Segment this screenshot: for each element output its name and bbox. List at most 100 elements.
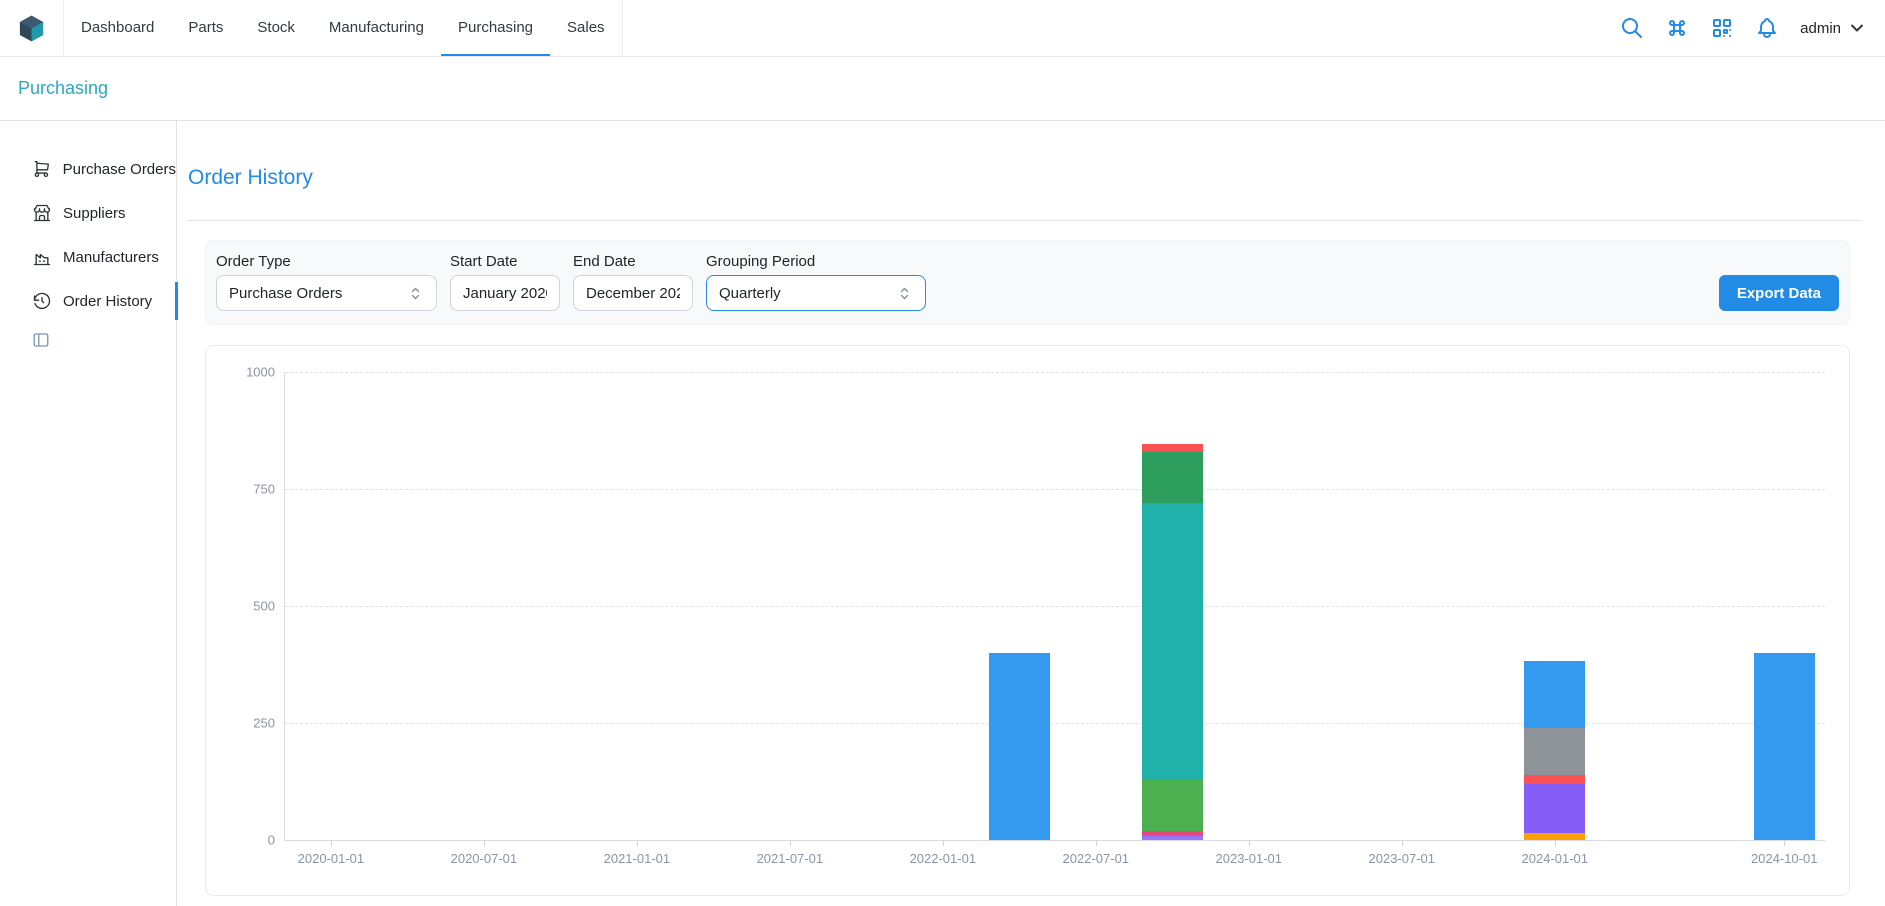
x-axis-tick-label: 2021-07-01 bbox=[757, 851, 824, 866]
chart-gridline bbox=[285, 723, 1825, 724]
tab-stock[interactable]: Stock bbox=[240, 0, 312, 56]
user-menu[interactable]: admin bbox=[1800, 18, 1867, 38]
bar-segment bbox=[1524, 833, 1585, 840]
x-axis-tick-label: 2021-01-01 bbox=[604, 851, 671, 866]
sidebar-item-label: Order History bbox=[63, 293, 152, 310]
y-axis-tick-label: 500 bbox=[253, 599, 275, 614]
x-axis-tick-mark bbox=[790, 840, 791, 846]
tab-parts[interactable]: Parts bbox=[171, 0, 240, 56]
sidebar-item-label: Purchase Orders bbox=[63, 161, 176, 178]
x-axis-tick-label: 2022-01-01 bbox=[910, 851, 977, 866]
main-panel: Order History Order Type Purchase Orders… bbox=[177, 121, 1885, 906]
title-divider bbox=[188, 220, 1862, 221]
start-date-label: Start Date bbox=[450, 253, 560, 270]
grouping-period-value: Quarterly bbox=[719, 285, 781, 302]
order-history-chart: 025050075010002020-01-012020-07-012021-0… bbox=[284, 372, 1825, 841]
x-axis-tick-mark bbox=[331, 840, 332, 846]
x-axis-tick-label: 2020-01-01 bbox=[298, 851, 365, 866]
content-area: Purchase Orders Suppliers Manufacturers … bbox=[0, 121, 1885, 906]
tab-dashboard[interactable]: Dashboard bbox=[64, 0, 171, 56]
grouping-period-label: Grouping Period bbox=[706, 253, 926, 270]
chart-gridline bbox=[285, 606, 1825, 607]
chevron-down-icon bbox=[1847, 18, 1867, 38]
order-type-label: Order Type bbox=[216, 253, 437, 270]
bar-segment bbox=[1524, 661, 1585, 727]
x-axis-tick-mark bbox=[637, 840, 638, 846]
sidebar-item-manufacturers[interactable]: Manufacturers bbox=[0, 235, 176, 279]
start-date-input[interactable] bbox=[450, 275, 560, 311]
sidebar-item-purchase-orders[interactable]: Purchase Orders bbox=[0, 147, 176, 191]
shopping-cart-icon bbox=[32, 159, 52, 179]
x-axis-tick-mark bbox=[943, 840, 944, 846]
x-axis-tick-mark bbox=[484, 840, 485, 846]
chart-card: 0 250 500 750 1000 2020-01-01 2020-07-01 2021-0… bbox=[205, 345, 1850, 896]
grouping-period-select[interactable]: Quarterly bbox=[706, 275, 926, 311]
bar-segment bbox=[1524, 784, 1585, 833]
bar-segment bbox=[1524, 775, 1585, 784]
sidebar-item-suppliers[interactable]: Suppliers bbox=[0, 191, 176, 235]
breadcrumb-purchasing[interactable]: Purchasing bbox=[18, 78, 108, 99]
command-icon[interactable] bbox=[1665, 16, 1689, 40]
x-axis-tick-label: 2024-10-01 bbox=[1751, 851, 1818, 866]
bell-icon[interactable] bbox=[1755, 16, 1779, 40]
end-date-input[interactable] bbox=[573, 275, 693, 311]
chart-bar-2024-10-01[interactable] bbox=[1754, 653, 1815, 840]
sidebar-collapse-icon[interactable] bbox=[32, 331, 50, 349]
order-type-field: Order Type Purchase Orders bbox=[216, 253, 437, 311]
export-data-button[interactable]: Export Data bbox=[1719, 275, 1839, 311]
y-axis-tick-label: 750 bbox=[253, 482, 275, 497]
x-axis-tick-mark bbox=[1249, 840, 1250, 846]
bar-segment bbox=[1142, 452, 1203, 503]
y-axis-tick-label: 0 bbox=[268, 833, 275, 848]
bar-segment bbox=[1142, 779, 1203, 830]
x-axis-tick-mark bbox=[1784, 840, 1785, 846]
end-date-label: End Date bbox=[573, 253, 693, 270]
x-axis-tick-mark bbox=[1402, 840, 1403, 846]
x-axis-tick-label: 2022-07-01 bbox=[1063, 851, 1130, 866]
qr-scan-icon[interactable] bbox=[1710, 16, 1734, 40]
order-type-value: Purchase Orders bbox=[229, 285, 342, 302]
x-axis-tick-label: 2023-01-01 bbox=[1216, 851, 1283, 866]
grouping-period-field: Grouping Period Quarterly bbox=[706, 253, 926, 311]
chart-gridline bbox=[285, 372, 1825, 373]
username-label: admin bbox=[1800, 20, 1841, 37]
bar-segment bbox=[1754, 653, 1815, 840]
x-axis-tick-mark bbox=[1555, 840, 1556, 846]
chart-bar-2024-01-01[interactable] bbox=[1524, 661, 1585, 840]
x-axis-tick-mark bbox=[1096, 840, 1097, 846]
order-type-select[interactable]: Purchase Orders bbox=[216, 275, 437, 311]
tab-purchasing[interactable]: Purchasing bbox=[441, 0, 550, 56]
bar-segment bbox=[1142, 503, 1203, 779]
y-axis-tick-label: 1000 bbox=[246, 365, 275, 380]
chart-bar-2022-10-01[interactable] bbox=[1142, 444, 1203, 840]
y-axis-tick-label: 250 bbox=[253, 716, 275, 731]
sidebar-item-label: Suppliers bbox=[63, 205, 126, 222]
bar-segment bbox=[1142, 444, 1203, 452]
start-date-field: Start Date bbox=[450, 253, 560, 311]
chart-gridline bbox=[285, 489, 1825, 490]
sidebar-item-label: Manufacturers bbox=[63, 249, 159, 266]
tab-manufacturing[interactable]: Manufacturing bbox=[312, 0, 441, 56]
navbar-divider bbox=[622, 0, 623, 56]
selector-icon bbox=[407, 285, 424, 302]
factory-icon bbox=[32, 247, 52, 267]
main-nav-tabs: Dashboard Parts Stock Manufacturing Purc… bbox=[64, 0, 622, 56]
filter-panel: Order Type Purchase Orders Start Date En… bbox=[205, 240, 1850, 325]
x-axis-tick-label: 2023-07-01 bbox=[1369, 851, 1436, 866]
x-axis-tick-label: 2024-01-01 bbox=[1521, 851, 1588, 866]
app-logo-icon[interactable] bbox=[16, 13, 47, 44]
search-icon[interactable] bbox=[1620, 16, 1644, 40]
x-axis-tick-label: 2020-07-01 bbox=[451, 851, 518, 866]
sidebar-item-order-history[interactable]: Order History bbox=[0, 279, 176, 323]
history-icon bbox=[32, 291, 52, 311]
bar-segment bbox=[989, 653, 1050, 840]
navbar-actions: admin bbox=[1620, 16, 1867, 40]
tab-sales[interactable]: Sales bbox=[550, 0, 622, 56]
top-navbar: Dashboard Parts Stock Manufacturing Purc… bbox=[0, 0, 1885, 57]
chart-bar-2022-04-01[interactable] bbox=[989, 653, 1050, 840]
sidebar: Purchase Orders Suppliers Manufacturers … bbox=[0, 121, 177, 906]
end-date-field: End Date bbox=[573, 253, 693, 311]
breadcrumb-bar: Purchasing bbox=[0, 57, 1885, 121]
selector-icon bbox=[896, 285, 913, 302]
page-title: Order History bbox=[188, 165, 1862, 190]
